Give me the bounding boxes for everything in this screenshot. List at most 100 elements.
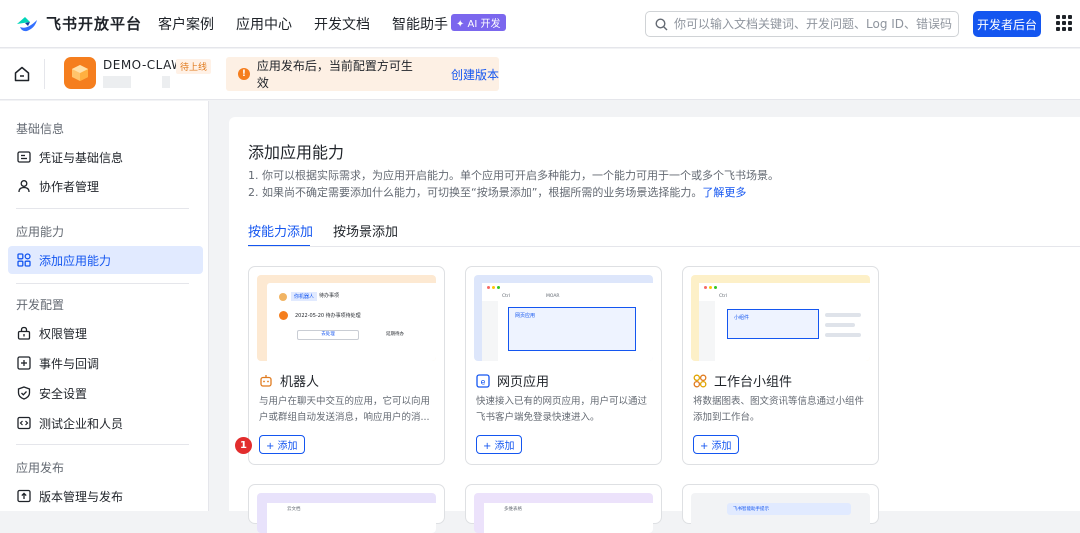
thumb-chip: 待办事项 [319, 293, 340, 299]
sidebar-item-events-callbacks[interactable]: 事件与回调 [8, 349, 203, 377]
card-title-text: 机器人 [280, 375, 320, 390]
logo-text: 飞书开放平台 [46, 15, 143, 33]
thumb-line [825, 313, 861, 317]
thumb-chip: 你机器人 [291, 292, 318, 301]
search-input[interactable] [674, 17, 954, 31]
docs-preview-image: 云文档 [257, 493, 436, 533]
thumb-box-label: 网页应用 [515, 313, 536, 319]
box-icon [72, 65, 88, 81]
divider [16, 208, 189, 209]
sidebar-group-app-release: 应用发布 [16, 461, 65, 475]
sidebar-group-basic-info: 基础信息 [16, 122, 65, 136]
sidebar-item-test-tenants[interactable]: 测试企业和人员 [8, 409, 203, 437]
apps-grid-icon[interactable] [1056, 15, 1072, 31]
divider [16, 444, 189, 445]
capability-card-assistant[interactable]: 飞书智能助手提示 [682, 484, 879, 533]
create-version-link[interactable]: 创建版本 [451, 66, 499, 83]
page-title: 添加应用能力 [248, 143, 345, 162]
developer-console-button[interactable]: 开发者后台 [973, 11, 1041, 37]
webpage-icon: e [476, 373, 490, 388]
sidebar-item-label: 安全设置 [39, 386, 88, 401]
thumb-tab: 多维表格 [504, 507, 522, 512]
capability-card-robot[interactable]: 你机器人 待办事项 2022-05-20 待办事项待处理 去处理 延期待办 机器… [248, 266, 445, 465]
sidebar-item-security[interactable]: 安全设置 [8, 379, 203, 407]
card-title-text: 网页应用 [497, 375, 550, 390]
app-name: DEMO-CLAW [103, 58, 184, 72]
sidebar-item-version-release[interactable]: 版本管理与发布 [8, 482, 203, 510]
credentials-icon [17, 151, 31, 163]
code-icon [17, 416, 31, 430]
thumb-box-label: 小组件 [734, 315, 750, 321]
search-icon [655, 17, 668, 30]
bitable-preview-image: 多维表格 [474, 493, 653, 533]
app-status-badge: 待上线 [176, 59, 212, 74]
sidebar-group-app-capability: 应用能力 [16, 225, 65, 239]
step-number-badge: 1 [235, 437, 252, 454]
nav-dev-docs[interactable]: 开发文档 [314, 14, 370, 34]
sidebar-item-label: 权限管理 [39, 326, 88, 341]
feishu-logo-icon [17, 16, 37, 31]
capability-card-bitable[interactable]: 多维表格 [465, 484, 662, 533]
publish-notice: ! 应用发布后，当前配置方可生效 创建版本 [226, 57, 499, 91]
capability-card-webpage[interactable]: Ctrl MOAR 网页应用 e 网页应用 快速接入已有的网页应用，用户可以通过… [465, 266, 662, 465]
learn-more-link[interactable]: 了解更多 [702, 186, 746, 199]
notice-text: 应用发布后，当前配置方可生效 [256, 59, 413, 90]
thumb-tab: Ctrl [502, 294, 511, 299]
sidebar-item-add-capability[interactable]: 添加应用能力 [8, 246, 203, 274]
sidebar-item-label: 事件与回调 [39, 356, 100, 371]
assistant-preview-image: 飞书智能助手提示 [691, 493, 870, 533]
card-title-text: 工作台小组件 [714, 375, 793, 390]
description-line-2: 2. 如果尚不确定需要添加什么能力，可切换至“按场景添加”，根据所需的业务场景选… [248, 184, 746, 200]
sidebar-item-collaborators[interactable]: 协作者管理 [8, 172, 203, 200]
tab-by-scenario[interactable]: 按场景添加 [333, 221, 398, 240]
sidebar: 基础信息 凭证与基础信息 协作者管理 应用能力 添加应用能力 开发配置 权限管理… [0, 101, 209, 511]
event-icon [17, 356, 31, 370]
tab-by-capability[interactable]: 按能力添加 [248, 221, 313, 240]
capability-card-widget[interactable]: Ctrl 小组件 工作台小组件 将数据图表、图文资讯等信息通过小组件添加到工作台… [682, 266, 879, 465]
divider [16, 283, 189, 284]
add-widget-button[interactable]: + 添加 [693, 435, 739, 454]
card-description: 将数据图表、图文资讯等信息通过小组件添加到工作台。 [693, 396, 865, 423]
thumb-tab: Ctrl [719, 294, 728, 299]
capability-grid-icon [17, 253, 31, 267]
thumb-button: 去处理 [297, 330, 359, 340]
widget-icon [693, 374, 707, 387]
card-description: 与用户在聊天中交互的应用，它可以向用户或群组自动发送消息，响应用户的消... [259, 396, 431, 423]
top-bar: 飞书开放平台 客户案例 应用中心 开发文档 智能助手✦ AI 开发 开发者后台 [0, 0, 1080, 48]
card-title: 机器人 [259, 371, 319, 390]
nav-smart-assistant[interactable]: 智能助手 ✦ AI 开发 [392, 13, 506, 34]
nav-customer-cases[interactable]: 客户案例 [158, 14, 214, 34]
search-box[interactable] [645, 11, 959, 37]
sidebar-item-label: 添加应用能力 [39, 253, 112, 268]
warning-icon: ! [238, 68, 250, 80]
description-line-2-text: 2. 如果尚不确定需要添加什么能力，可切换至“按场景添加”，根据所需的业务场景选… [248, 186, 703, 199]
svg-text:e: e [481, 377, 486, 386]
capability-card-docs[interactable]: 云文档 [248, 484, 445, 533]
thumb-tab: 飞书智能助手提示 [733, 507, 769, 512]
user-icon [18, 180, 30, 193]
home-icon[interactable] [13, 65, 31, 83]
thumb-tab: MOAR [546, 294, 560, 299]
ai-dev-badge: ✦ AI 开发 [451, 13, 506, 31]
thumb-line: 2022-05-20 待办事项待处理 [295, 313, 361, 319]
sidebar-item-label: 测试企业和人员 [39, 416, 124, 431]
thumb-tab: 云文档 [287, 507, 301, 512]
redacted-text [103, 76, 131, 88]
add-robot-button[interactable]: + 添加 [259, 435, 305, 454]
sidebar-item-label: 版本管理与发布 [39, 489, 124, 504]
top-nav: 客户案例 应用中心 开发文档 智能助手 ✦ AI 开发 [158, 13, 528, 34]
add-webpage-button[interactable]: + 添加 [476, 435, 522, 454]
app-avatar [64, 57, 96, 89]
nav-app-center[interactable]: 应用中心 [236, 14, 292, 34]
upload-icon [17, 489, 31, 503]
sidebar-item-credentials[interactable]: 凭证与基础信息 [8, 143, 203, 171]
card-title: e 网页应用 [476, 371, 549, 390]
widget-preview-image: Ctrl 小组件 [691, 275, 870, 361]
feishu-open-platform-logo[interactable]: 飞书开放平台 [16, 13, 148, 34]
thumb-button: 延期待办 [386, 332, 404, 337]
robot-icon [260, 374, 272, 387]
sidebar-item-permissions[interactable]: 权限管理 [8, 319, 203, 347]
card-description: 快速接入已有的网页应用，用户可以通过飞书客户端免登录快速进入。 [476, 396, 648, 423]
webpage-preview-image: Ctrl MOAR 网页应用 [474, 275, 653, 361]
nav-smart-assistant-label: 智能助手 [392, 16, 448, 33]
